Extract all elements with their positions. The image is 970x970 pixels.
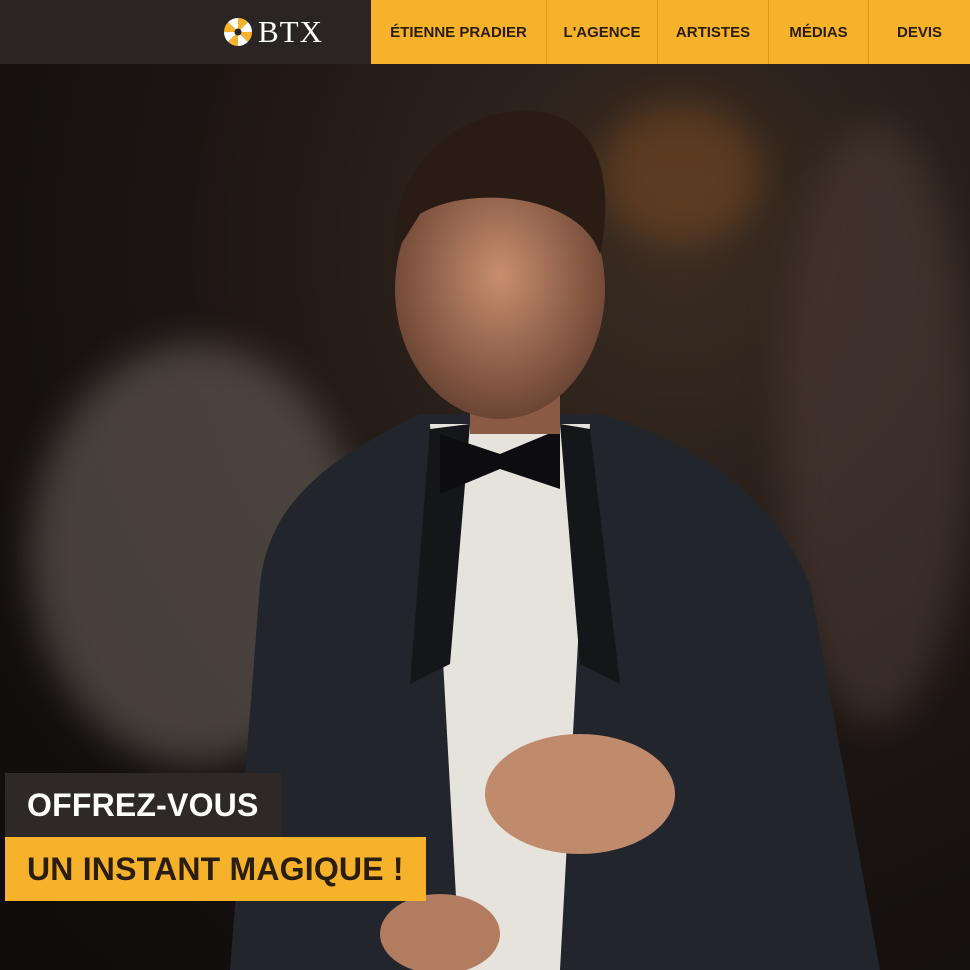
shutter-flower-icon — [224, 18, 252, 46]
main-nav: ÉTIENNE PRADIER L'AGENCE ARTISTES MÉDIAS… — [371, 0, 970, 64]
nav-item-agence[interactable]: L'AGENCE — [546, 0, 657, 64]
nav-item-artistes[interactable]: ARTISTES — [657, 0, 768, 64]
nav-item-devis[interactable]: DEVIS — [868, 0, 970, 64]
site-header: BTX ÉTIENNE PRADIER L'AGENCE ARTISTES MÉ… — [0, 0, 970, 64]
logo-area: BTX — [0, 0, 371, 64]
logo-text: BTX — [258, 14, 323, 49]
nav-item-etienne-pradier[interactable]: ÉTIENNE PRADIER — [371, 0, 546, 64]
hero-image: OFFREZ-VOUS UN INSTANT MAGIQUE ! — [0, 64, 970, 970]
hero-headline-line-1: OFFREZ-VOUS — [5, 773, 281, 837]
nav-item-medias[interactable]: MÉDIAS — [768, 0, 868, 64]
hero-headline-line-2: UN INSTANT MAGIQUE ! — [5, 837, 426, 901]
logo-link[interactable]: BTX — [222, 16, 323, 48]
